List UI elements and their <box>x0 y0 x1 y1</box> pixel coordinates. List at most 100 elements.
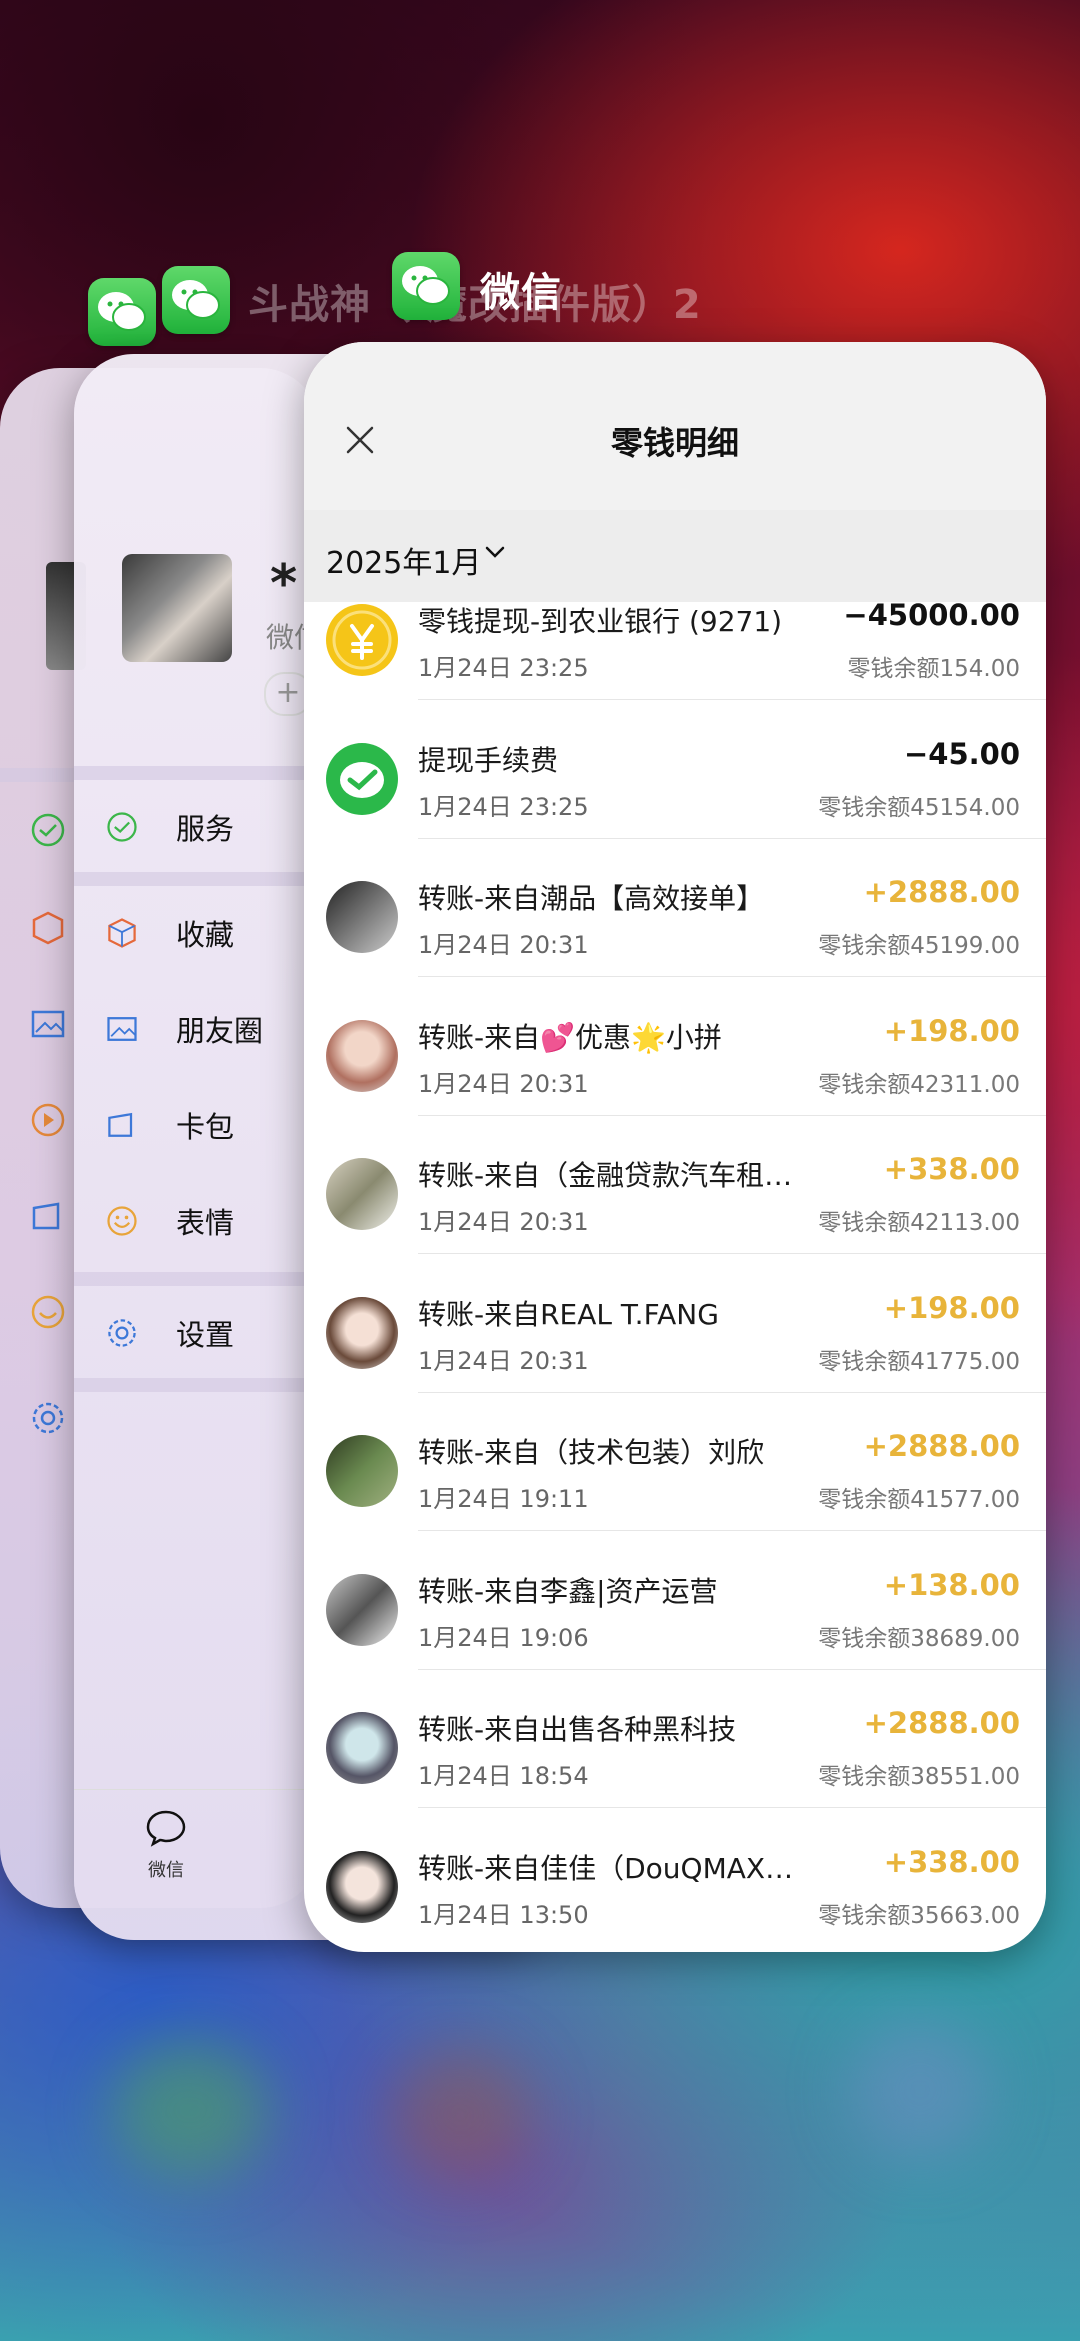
transaction-time: 1月24日 20:31 <box>418 1346 589 1375</box>
list-item[interactable]: 转账-来自（技术包装）刘欣 1月24日 19:11 +2888.00 零钱余额4157… <box>304 1413 1046 1551</box>
profile-name: * <box>270 554 298 614</box>
menu-item-label: 收藏 <box>176 918 235 952</box>
favorites-icon <box>32 911 64 945</box>
balance-after: 零钱余额154.00 <box>847 656 1020 682</box>
menu-item-label: 设置 <box>176 1318 235 1352</box>
list-item[interactable]: 转账-来自佳佳（DouQMAX… 1月24日 13:50 +338.00 零钱余额35… <box>304 1829 1046 1953</box>
transaction-title: 转账-来自李鑫|资产运营 <box>418 1574 718 1608</box>
wechat-app-icon[interactable] <box>392 252 460 320</box>
transaction-time: 1月24日 19:06 <box>418 1623 589 1652</box>
balance-after: 零钱余额38689.00 <box>818 1625 1020 1652</box>
transaction-time: 1月24日 19:11 <box>418 1485 589 1513</box>
balance-after: 零钱余额41577.00 <box>818 1487 1020 1513</box>
list-item[interactable]: 转账-来自李鑫|资产运营 1月24日 19:06 +138.00 零钱余额38689.… <box>304 1552 1046 1690</box>
transaction-amount: +2888.00 <box>863 875 1020 909</box>
app-title: 微信 <box>480 270 562 316</box>
transaction-amount: +338.00 <box>883 1844 1020 1879</box>
blurred-dock-icon <box>390 2050 530 2180</box>
settings-icon <box>102 1313 142 1353</box>
divider <box>418 1807 1046 1808</box>
page-title: 零钱明细 <box>610 424 739 462</box>
transaction-time: 1月24日 23:25 <box>418 654 589 682</box>
transaction-title: 转账-来自（技术包装）刘欣 <box>418 1436 765 1469</box>
list-item[interactable]: 提现手续费 1月24日 23:25 −45.00 零钱余额45154.00 <box>304 721 1046 859</box>
service-icon <box>31 813 65 847</box>
transaction-time: 1月24日 23:25 <box>418 792 589 821</box>
divider <box>418 1391 1046 1393</box>
transaction-time: 1月24日 18:54 <box>418 1762 589 1790</box>
behind-app-title: 斗战神（ 魔改插件版）2 <box>248 282 702 328</box>
transaction-time: 1月24日 20:31 <box>418 931 589 959</box>
transaction-amount: −45.00 <box>903 736 1020 771</box>
sticker-icon <box>102 1201 142 1241</box>
tab-label-chats: 微信 <box>148 1860 184 1881</box>
avatar <box>326 1712 398 1784</box>
video-icon <box>31 1103 65 1137</box>
divider <box>418 1253 1046 1254</box>
transaction-time: 1月24日 20:31 <box>418 1069 589 1098</box>
avatar <box>326 881 398 953</box>
menu-item-label: 卡包 <box>176 1110 235 1144</box>
transaction-amount: +2888.00 <box>863 1429 1020 1463</box>
transaction-amount: +338.00 <box>883 1152 1020 1186</box>
balance-after: 零钱余额38551.00 <box>818 1764 1020 1790</box>
divider <box>418 837 1046 839</box>
avatar <box>326 1158 398 1230</box>
list-item[interactable]: 转账-来自出售各种黑科技 1月24日 18:54 +2888.00 零钱余额38551… <box>304 1690 1046 1828</box>
menu-item-label: 朋友圈 <box>176 1014 264 1048</box>
card-wallet-icon <box>32 1202 60 1230</box>
transaction-title: 转账-来自出售各种黑科技 <box>418 1713 737 1746</box>
wallet-details-card[interactable]: 零钱明细 2025年1月 零钱提现-到农业银行 (9271) 1月24日 23:2… <box>304 342 1046 1952</box>
balance-after: 零钱余额42113.00 <box>818 1210 1020 1236</box>
menu-item-label: 表情 <box>176 1206 235 1240</box>
list-item[interactable]: 转账-来自REAL T.FANG 1月24日 20:31 +198.00 零钱余额41… <box>304 1275 1046 1413</box>
transaction-amount: +138.00 <box>883 1567 1020 1602</box>
balance-after: 零钱余额41775.00 <box>818 1348 1020 1375</box>
divider <box>418 1668 1046 1670</box>
list-item[interactable]: 转账-来自💕优惠🌟小拼 1月24日 20:31 +198.00 零钱余额42311.0… <box>304 998 1046 1136</box>
avatar <box>326 1019 398 1092</box>
balance-after: 零钱余额42311.00 <box>818 1071 1020 1098</box>
list-item[interactable]: 零钱提现-到农业银行 (9271) 1月24日 23:25 −45000.00 零钱余… <box>304 582 1046 720</box>
avatar <box>326 1296 398 1369</box>
chat-bubble-icon[interactable] <box>144 1808 188 1848</box>
transaction-title: 转账-来自佳佳（DouQMAX… <box>418 1851 794 1885</box>
yuan-coin-icon <box>326 604 398 676</box>
list-item[interactable]: 转账-来自潮品【高效接单】 1月24日 20:31 +2888.00 零钱余额4519… <box>304 859 1046 997</box>
divider <box>418 1114 1046 1116</box>
divider <box>418 976 1046 977</box>
divider <box>418 699 1046 700</box>
transaction-title: 转账-来自REAL T.FANG <box>418 1297 719 1331</box>
balance-after: 零钱余额45199.00 <box>818 933 1020 959</box>
divider <box>418 1530 1046 1531</box>
blurred-dock-icon <box>110 2040 270 2180</box>
chevron-down-icon[interactable] <box>484 544 506 560</box>
transaction-time: 1月24日 13:50 <box>418 1900 589 1929</box>
month-filter[interactable]: 2025年1月 <box>326 538 481 582</box>
sticker-icon <box>31 1295 65 1329</box>
list-item[interactable]: 转账-来自（金融贷款汽车租… 1月24日 20:31 +338.00 零钱余额4211… <box>304 1136 1046 1274</box>
wechat-app-icon[interactable] <box>88 278 156 346</box>
transaction-amount: −45000.00 <box>843 598 1020 632</box>
menu-item-label: 服务 <box>176 812 235 846</box>
avatar[interactable] <box>122 554 232 662</box>
wechat-app-icon[interactable] <box>162 266 230 334</box>
moments-icon <box>31 1010 65 1038</box>
avatar <box>326 1850 398 1923</box>
avatar <box>326 1435 398 1507</box>
card-wallet-icon <box>102 1105 142 1145</box>
transaction-amount: +2888.00 <box>863 1706 1020 1740</box>
transaction-title: 转账-来自（金融贷款汽车租… <box>418 1159 793 1192</box>
transaction-title: 转账-来自潮品【高效接单】 <box>418 882 765 915</box>
transaction-time: 1月24日 20:31 <box>418 1208 589 1236</box>
nav-bar: 零钱明细 <box>304 342 1046 510</box>
transaction-amount: +198.00 <box>883 1013 1020 1048</box>
moments-icon <box>102 1009 142 1049</box>
transaction-amount: +198.00 <box>883 1290 1020 1325</box>
balance-after: 零钱余额45154.00 <box>818 794 1020 821</box>
avatar <box>326 1573 398 1646</box>
favorites-icon <box>102 913 142 953</box>
transaction-title: 零钱提现-到农业银行 (9271) <box>418 605 783 638</box>
blurred-dock-icon <box>850 2020 990 2160</box>
settings-icon <box>32 1402 64 1434</box>
